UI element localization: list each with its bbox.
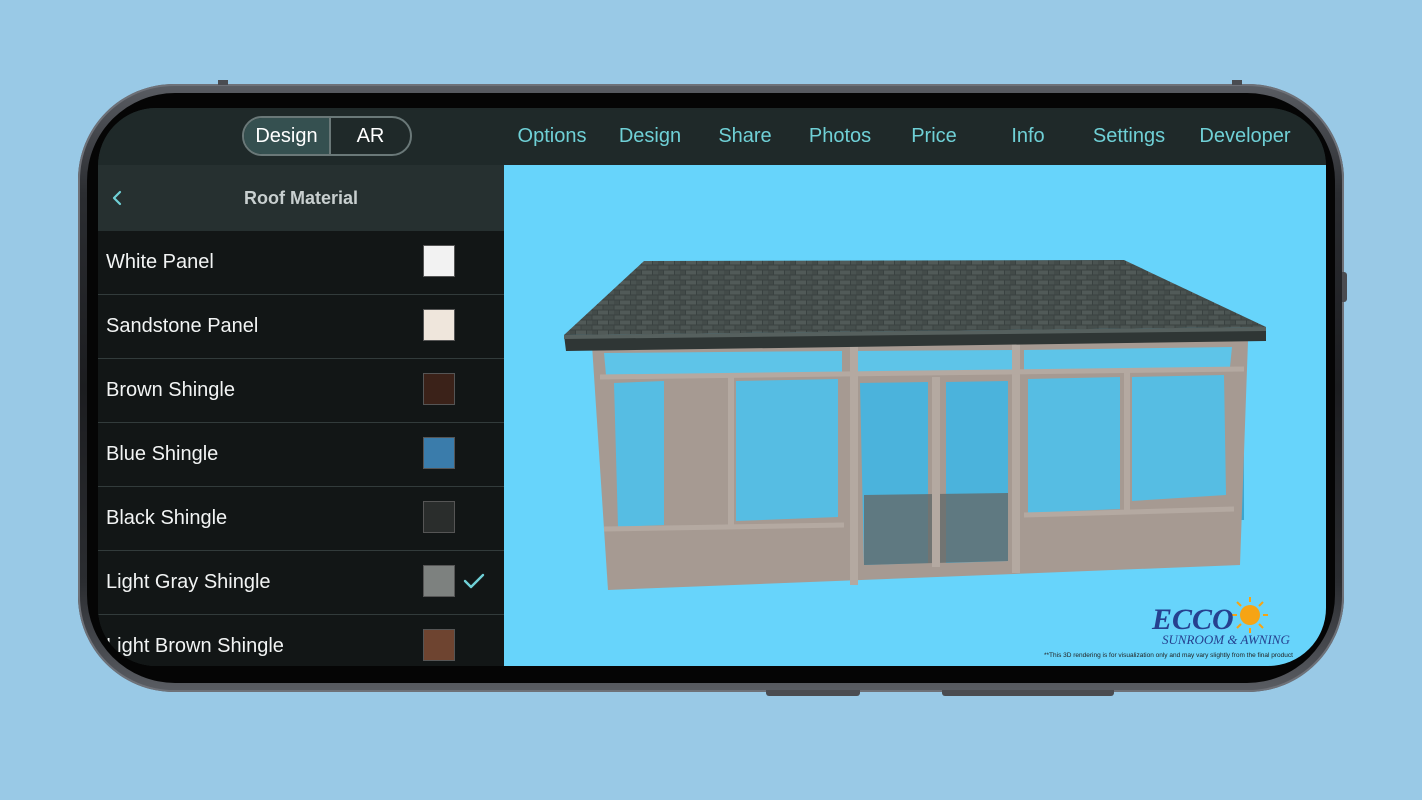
mute-switch <box>1342 272 1347 302</box>
material-swatch <box>423 373 455 405</box>
nav-share[interactable]: Share <box>710 108 780 165</box>
material-list: White Panel Sandstone Panel Brown Shingle B… <box>98 231 504 666</box>
material-swatch <box>423 437 455 469</box>
material-swatch <box>423 309 455 341</box>
side-button <box>1232 80 1242 85</box>
nav-design[interactable]: Design <box>612 108 688 165</box>
checkmark-icon <box>462 569 486 593</box>
disclaimer-text: **This 3D rendering is for visualization… <box>1044 652 1293 659</box>
power-button <box>942 690 1114 696</box>
mode-toggle: Design AR <box>242 116 412 156</box>
side-button <box>218 80 228 85</box>
ecco-logo: ECCO SUNROOM & AWNING <box>1151 597 1290 647</box>
material-label: Black Shingle <box>106 507 228 529</box>
panel-header: Roof Material <box>98 165 504 231</box>
material-label: Blue Shingle <box>106 443 219 465</box>
logo-tagline: SUNROOM & AWNING <box>1162 632 1290 647</box>
roof-material-panel: Roof Material White Panel Sandstone Panel… <box>98 165 504 666</box>
list-item[interactable]: Blue Shingle <box>98 423 504 487</box>
list-item[interactable]: Light Brown Shingle <box>98 615 504 666</box>
list-item[interactable]: Light Gray Shingle <box>98 551 504 615</box>
material-swatch <box>423 565 455 597</box>
material-label: Light Brown Shingle <box>106 635 284 657</box>
material-label: Light Gray Shingle <box>106 571 271 593</box>
panel-title: Roof Material <box>243 187 358 208</box>
material-label: Sandstone Panel <box>106 315 259 337</box>
material-label: White Panel <box>106 251 214 273</box>
3d-viewport[interactable]: ECCO SUNROOM & AWNING **This 3D renderin… <box>504 165 1326 666</box>
volume-button <box>766 690 860 696</box>
top-bar: Design AR Options Design Share Photos Pr… <box>98 108 1326 165</box>
nav-photos[interactable]: Photos <box>800 108 880 165</box>
material-label: Brown Shingle <box>106 379 235 401</box>
design-mode-button[interactable]: Design <box>244 118 331 154</box>
material-swatch <box>423 501 455 533</box>
nav-price[interactable]: Price <box>902 108 966 165</box>
list-item[interactable]: Brown Shingle <box>98 359 504 423</box>
nav-info[interactable]: Info <box>998 108 1058 165</box>
app-screen: Design AR Options Design Share Photos Pr… <box>98 108 1326 666</box>
list-item[interactable]: Sandstone Panel <box>98 295 504 359</box>
nav-developer[interactable]: Developer <box>1192 108 1298 165</box>
list-item[interactable]: White Panel <box>98 231 504 295</box>
nav-options[interactable]: Options <box>510 108 594 165</box>
ar-mode-button[interactable]: AR <box>331 118 410 154</box>
material-swatch <box>423 629 455 661</box>
nav-settings[interactable]: Settings <box>1084 108 1174 165</box>
list-item[interactable]: Black Shingle <box>98 487 504 551</box>
sunroom-rendering <box>564 260 1266 590</box>
material-swatch <box>423 245 455 277</box>
chevron-left-icon[interactable] <box>110 186 130 210</box>
